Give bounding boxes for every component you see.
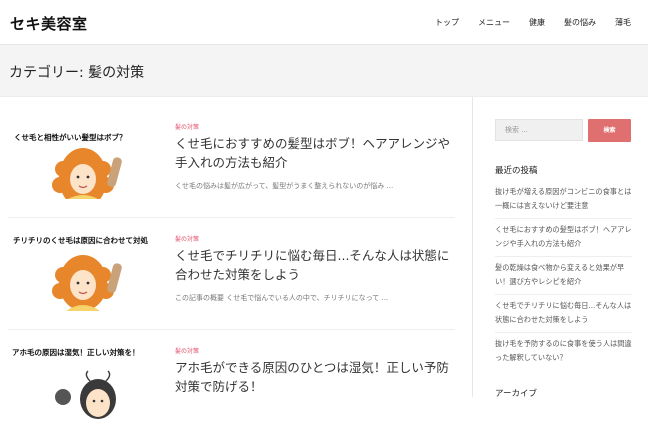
page-title: カテゴリー: 髪の対策: [9, 65, 145, 81]
recent-post-link[interactable]: くせ毛におすすめの髪型はボブ！ヘアアレンジや手入れの方法も紹介: [495, 223, 632, 251]
post-excerpt: くせ毛の悩みは髪が広がって、髪型がうまく整えられないのが悩み ...: [175, 182, 394, 190]
category-banner: カテゴリー: 髪の対策: [0, 45, 648, 97]
post-category-link[interactable]: 髪の対策: [175, 234, 199, 243]
recent-post-link[interactable]: 抜け毛を予防するのに食事を使う人は間違った解釈していない？: [495, 337, 632, 365]
content-sidebar-divider: [472, 97, 473, 397]
main-nav: トップ メニュー 健康 髪の悩み 薄毛: [435, 0, 648, 44]
curly-hair-woman-illustration: [52, 148, 122, 199]
post-card: くせ毛と相性がいい髪型はボブ？ 髪の対策 くせ毛におすすめの髪型はボブ！ヘアアレ…: [0, 97, 455, 208]
post-card: チリチリのくせ毛は原因に合わせて対処 髪の対策 くせ毛でチリチリに悩む毎日...…: [0, 209, 455, 320]
recent-posts-title: 最近の投稿: [495, 166, 538, 176]
recent-post-link[interactable]: 髪の乾燥は食べ物から変えると効果が早い！選び方やレシピを紹介: [495, 261, 632, 289]
recent-post-divider: [495, 294, 632, 295]
recent-post-divider: [495, 332, 632, 333]
nav-item-menu[interactable]: メニュー: [478, 17, 510, 28]
messy-hair-woman-illustration: [55, 370, 116, 419]
post-category-link[interactable]: 髪の対策: [175, 346, 199, 355]
sidebar: 検索 ... 検索 最近の投稿 抜け毛が増える原因がコンビニの食事とは一概には言…: [474, 97, 648, 399]
post-thumbnail[interactable]: アホ毛の原因は湿気！正しい対策を！: [8, 331, 158, 423]
nav-item-top[interactable]: トップ: [435, 17, 459, 28]
post-title-link[interactable]: くせ毛でチリチリに悩む毎日...そんな人は状態に合わせた対策をしよう: [175, 246, 460, 284]
post-excerpt: この記事の概要 くせ毛で悩んでいる人の中で、チリチリになって ...: [175, 294, 389, 302]
post-title-link[interactable]: くせ毛におすすめの髪型はボブ！ヘアアレンジや手入れの方法も紹介: [175, 134, 460, 172]
recent-post-divider: [495, 256, 632, 257]
nav-item-health[interactable]: 健康: [529, 17, 545, 28]
nav-item-hair-trouble[interactable]: 髪の悩み: [564, 17, 596, 28]
post-category-link[interactable]: 髪の対策: [175, 122, 199, 131]
post-list: くせ毛と相性がいい髪型はボブ？ 髪の対策 くせ毛におすすめの髪型はボブ！ヘアアレ…: [0, 97, 470, 419]
frizzy-hair-woman-illustration: [52, 255, 122, 311]
recent-post-link[interactable]: 抜け毛が増える原因がコンビニの食事とは一概には言えないけど要注意: [495, 185, 632, 213]
search-button[interactable]: 検索: [588, 119, 631, 142]
archive-title: アーカイブ: [495, 389, 537, 399]
site-title[interactable]: セキ美容室: [10, 13, 88, 34]
post-thumbnail[interactable]: くせ毛と相性がいい髪型はボブ？: [8, 107, 158, 199]
nav-item-thinning-hair[interactable]: 薄毛: [615, 17, 631, 28]
site-header: セキ美容室 トップ メニュー 健康 髪の悩み 薄毛: [0, 0, 648, 45]
recent-post-link[interactable]: くせ毛でチリチリに悩む毎日...そんな人は状態に合わせた対策をしよう: [495, 299, 632, 327]
post-thumbnail[interactable]: チリチリのくせ毛は原因に合わせて対処: [8, 219, 158, 311]
post-title-link[interactable]: アホ毛ができる原因のひとつは湿気！正しい予防対策で防げる！: [175, 358, 460, 396]
post-card: アホ毛の原因は湿気！正しい対策を！ 髪の対策 アホ毛ができる原因のひとつは湿気！…: [0, 321, 455, 432]
recent-post-divider: [495, 218, 632, 219]
search-input[interactable]: 検索 ...: [495, 119, 583, 141]
